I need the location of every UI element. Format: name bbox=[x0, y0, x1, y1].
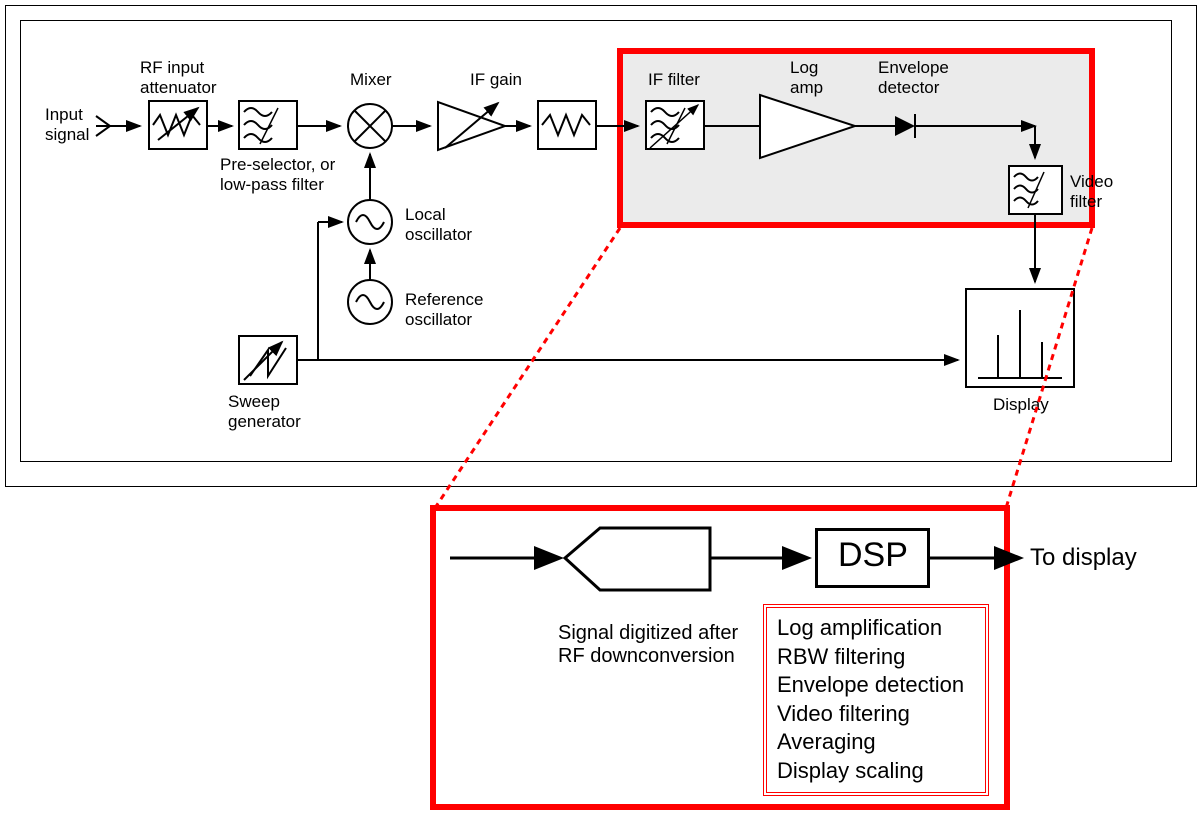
dsp-item: Averaging bbox=[777, 728, 975, 757]
rf-attenuator-box bbox=[148, 100, 208, 150]
sweep-gen-box bbox=[238, 335, 298, 385]
if-filter-label: IF filter bbox=[648, 70, 700, 90]
if-gain-box bbox=[537, 100, 597, 150]
ref-osc-label: Reference oscillator bbox=[405, 290, 483, 330]
log-amp-label: Log amp bbox=[790, 58, 823, 98]
dsp-item: RBW filtering bbox=[777, 643, 975, 672]
rf-atten-label: RF input attenuator bbox=[140, 58, 217, 98]
input-signal-label: Input signal bbox=[45, 105, 89, 145]
video-filter-label: Video filter bbox=[1070, 172, 1113, 212]
dsp-item: Display scaling bbox=[777, 757, 975, 786]
preselector-label: Pre-selector, or low-pass filter bbox=[220, 155, 335, 195]
dsp-functions-list: Log amplification RBW filtering Envelope… bbox=[766, 607, 986, 793]
dsp-item: Envelope detection bbox=[777, 671, 975, 700]
dsp-label: DSP bbox=[838, 536, 908, 575]
adc-label: ADC bbox=[608, 548, 680, 587]
preselector-box bbox=[238, 100, 298, 150]
env-det-label: Envelope detector bbox=[878, 58, 949, 98]
local-osc-label: Local oscillator bbox=[405, 205, 472, 245]
to-display-label: To display bbox=[1030, 544, 1137, 572]
dsp-item: Video filtering bbox=[777, 700, 975, 729]
display-box bbox=[965, 288, 1075, 388]
sweep-gen-label: Sweep generator bbox=[228, 392, 301, 432]
if-filter-box bbox=[645, 100, 705, 150]
mixer-label: Mixer bbox=[350, 70, 392, 90]
sig-digitized-label: Signal digitized after RF downconversion bbox=[558, 622, 738, 668]
if-gain-label: IF gain bbox=[470, 70, 522, 90]
video-filter-box bbox=[1008, 165, 1063, 215]
dsp-item: Log amplification bbox=[777, 614, 975, 643]
display-label: Display bbox=[993, 395, 1049, 415]
